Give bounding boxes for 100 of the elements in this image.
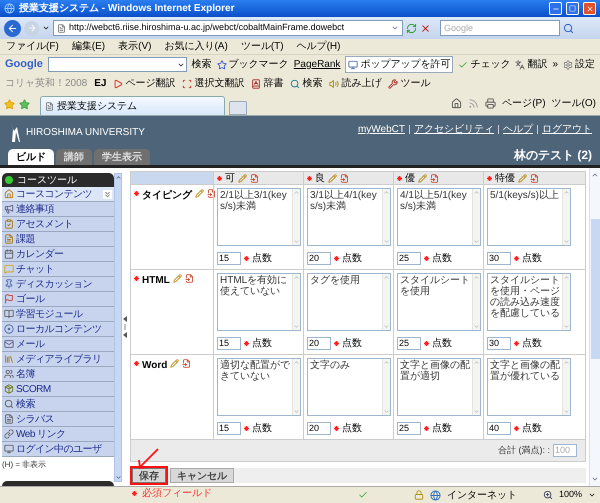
- file-arrow-icon[interactable]: [250, 174, 259, 182]
- points-field[interactable]: 20: [307, 422, 331, 435]
- add-favorite-icon[interactable]: [19, 99, 30, 110]
- search-icon[interactable]: [563, 22, 574, 34]
- header-link[interactable]: myWebCT: [358, 122, 405, 137]
- file-arrow-icon[interactable]: [530, 174, 539, 182]
- file-arrow-icon[interactable]: [184, 274, 194, 283]
- nav-tab[interactable]: ビルド: [8, 149, 54, 165]
- menu-item[interactable]: ファイル(F): [6, 40, 59, 52]
- points-field[interactable]: 20: [307, 252, 331, 265]
- edit-icon[interactable]: [518, 174, 527, 182]
- sidebar-item[interactable]: ゴール: [2, 292, 114, 307]
- toolbar-button[interactable]: ツール: [388, 76, 430, 91]
- toolbar-button[interactable]: 翻訳: [515, 57, 548, 72]
- address-field[interactable]: http://webct6.riise.hiroshima-u.ac.jp/webct/cobaltMainFrame.dowebct: [53, 20, 403, 36]
- menu-item[interactable]: ヘルプ(H): [296, 40, 340, 52]
- maximize-button[interactable]: [566, 2, 579, 15]
- feed-icon[interactable]: [468, 98, 480, 109]
- sidebar-item[interactable]: ログイン中のユーザ: [2, 442, 114, 457]
- scrollbar[interactable]: [589, 168, 600, 486]
- refresh-icon[interactable]: [406, 22, 417, 34]
- sidebar-item[interactable]: シラバス: [2, 412, 114, 427]
- dropdown-icon[interactable]: [588, 491, 596, 499]
- toolbar-button[interactable]: ページ翻訳: [113, 76, 176, 91]
- sidebar-item[interactable]: コースコンテンツ: [2, 187, 114, 202]
- command-button[interactable]: ツール(O): [552, 96, 596, 111]
- points-field[interactable]: 25: [397, 422, 421, 435]
- file-arrow-icon[interactable]: [430, 174, 439, 182]
- sidebar-item[interactable]: Web リンク: [2, 427, 114, 442]
- menu-item[interactable]: お気に入り(A): [164, 40, 228, 52]
- edit-icon[interactable]: [328, 174, 337, 182]
- toolbar-button[interactable]: 検索: [192, 57, 212, 72]
- sidebar-item[interactable]: ディスカッション: [2, 277, 114, 292]
- toolbar-button[interactable]: 選択文翻訳: [182, 76, 244, 91]
- edit-icon[interactable]: [170, 359, 180, 368]
- print-icon[interactable]: [485, 98, 496, 109]
- expand-icon[interactable]: [103, 190, 112, 198]
- header-link[interactable]: ログアウト: [542, 122, 592, 137]
- back-button[interactable]: [4, 20, 21, 36]
- google-search-field[interactable]: [48, 57, 187, 72]
- collapse-icon[interactable]: [5, 176, 13, 184]
- points-field[interactable]: 30: [487, 252, 511, 265]
- browser-tab[interactable]: 授業支援システム: [40, 96, 225, 115]
- new-tab-button[interactable]: [229, 101, 247, 115]
- dropdown-icon[interactable]: [391, 24, 399, 32]
- file-arrow-icon[interactable]: [182, 359, 192, 368]
- sidebar-item[interactable]: チャット: [2, 262, 114, 277]
- scrollbar[interactable]: [114, 173, 122, 482]
- toolbar-button[interactable]: 検索: [290, 76, 322, 91]
- menu-item[interactable]: 表示(V): [118, 40, 152, 52]
- menu-item[interactable]: 編集(E): [72, 40, 106, 52]
- search-field[interactable]: Google: [440, 20, 560, 36]
- toolbar-button[interactable]: チェック: [458, 57, 510, 72]
- scroll-down-icon[interactable]: [591, 475, 599, 483]
- points-field[interactable]: 20: [307, 337, 331, 350]
- points-field[interactable]: 25: [397, 252, 421, 265]
- sidebar-item[interactable]: メール: [2, 337, 114, 352]
- toolbar-button[interactable]: ブックマーク: [216, 57, 289, 72]
- sidebar-item[interactable]: 検索: [2, 397, 114, 412]
- points-field[interactable]: 15: [217, 337, 241, 350]
- edit-icon[interactable]: [172, 274, 182, 283]
- home-icon[interactable]: [451, 98, 462, 109]
- scroll-down-icon[interactable]: [114, 474, 122, 481]
- sidebar-item[interactable]: ローカルコンテンツ: [2, 322, 114, 337]
- stop-icon[interactable]: [420, 22, 431, 34]
- scroll-thumb[interactable]: [590, 219, 600, 359]
- nav-tab[interactable]: 学生表示: [94, 149, 150, 165]
- command-button[interactable]: ページ(P): [502, 96, 546, 111]
- header-link[interactable]: ヘルプ: [503, 122, 533, 137]
- form-button[interactable]: 保存: [132, 468, 166, 483]
- form-button[interactable]: キャンセル: [170, 468, 234, 483]
- scroll-up-icon[interactable]: [591, 171, 599, 179]
- sidebar-item[interactable]: 課題: [2, 232, 114, 247]
- toolbar-button[interactable]: ポップアップを許可: [345, 56, 454, 73]
- header-link[interactable]: アクセシビリティ: [414, 122, 494, 137]
- favorites-star-icon[interactable]: [4, 99, 15, 110]
- sidebar-item[interactable]: 学習モジュール: [2, 307, 114, 322]
- points-field[interactable]: 15: [217, 422, 241, 435]
- sidebar-item[interactable]: SCORM: [2, 382, 114, 397]
- file-arrow-icon[interactable]: [340, 174, 349, 182]
- scroll-up-icon[interactable]: [114, 174, 122, 181]
- sidebar-item[interactable]: カレンダー: [2, 247, 114, 262]
- zoom-icon[interactable]: [542, 490, 553, 500]
- splitter-handle-icon[interactable]: [123, 316, 127, 338]
- edit-icon[interactable]: [418, 174, 427, 182]
- edit-icon[interactable]: [238, 174, 247, 182]
- sidebar-item[interactable]: メディアライブラリ: [2, 352, 114, 367]
- close-button[interactable]: [583, 2, 596, 15]
- points-field[interactable]: 15: [217, 252, 241, 265]
- toolbar-button[interactable]: 設定: [563, 57, 595, 72]
- points-field[interactable]: 30: [487, 337, 511, 350]
- file-arrow-icon[interactable]: [207, 189, 216, 198]
- sidebar-item[interactable]: アセスメント: [2, 217, 114, 232]
- minimize-button[interactable]: [549, 2, 562, 15]
- toolbar-button[interactable]: PageRank: [294, 57, 340, 72]
- points-field[interactable]: 25: [397, 337, 421, 350]
- toolbar-button[interactable]: EJ: [94, 76, 106, 91]
- toolbar-button[interactable]: 読み上げ: [329, 76, 382, 91]
- edit-icon[interactable]: [195, 189, 204, 198]
- menu-item[interactable]: ツール(T): [240, 40, 284, 52]
